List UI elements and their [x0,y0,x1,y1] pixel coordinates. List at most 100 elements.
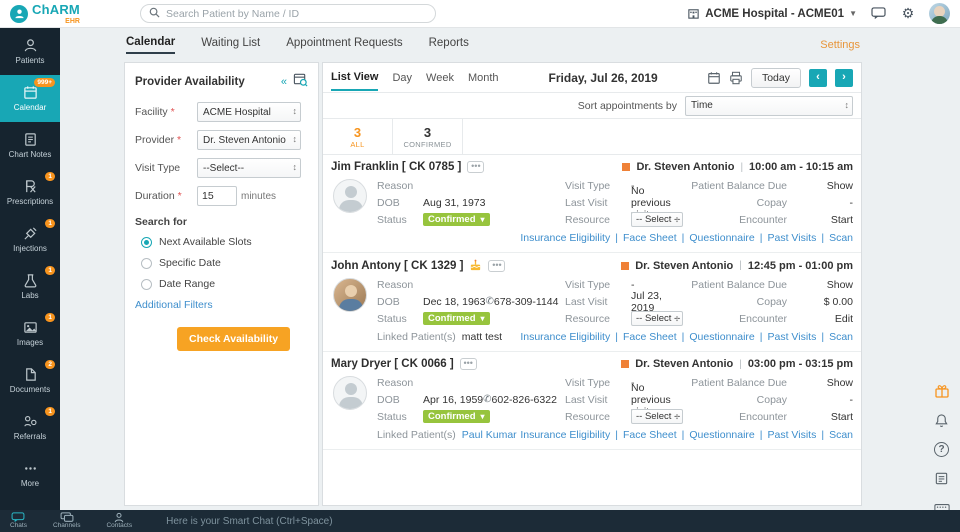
labs-icon [24,274,36,288]
search-input[interactable] [166,7,427,20]
search-icon [149,5,160,23]
last-visit-link[interactable]: Jul 23, 2019 [631,290,683,314]
appointment-provider: Dr. Steven Antonio [635,259,734,272]
sidebar-item-images[interactable]: Images 1 [0,310,60,357]
availability-search-icon[interactable] [293,72,308,92]
phone-value: 678-309-1144 [493,295,559,308]
sidebar-item-documents[interactable]: Documents 2 [0,357,60,404]
patient-avatar[interactable] [333,278,367,312]
sidebar-item-calendar[interactable]: Calendar 999+ [0,75,60,122]
patient-avatar[interactable] [333,376,367,410]
patient-name[interactable]: Jim Franklin [ CK 0785 ] [331,161,461,173]
resource-select[interactable]: -- Select -- [631,409,684,424]
appointment-time: 03:00 pm - 03:15 pm [747,358,853,370]
balance-show-link[interactable]: Show [795,276,853,293]
encounter-action-link[interactable]: Edit [795,310,853,327]
prev-day-button[interactable]: ‹ [809,68,827,87]
sidebar-item-patients[interactable]: Patients [0,28,60,75]
collapse-panel-icon[interactable]: « [281,76,287,88]
linked-patient-link[interactable]: Paul Kumar [462,429,517,441]
comment-icon[interactable]: ••• [467,161,485,173]
balance-show-link[interactable]: Show [795,177,853,194]
print-icon[interactable] [729,71,743,85]
card-action-links: Insurance Eligibility Face Sheet Questio… [520,232,853,244]
patient-avatar[interactable] [333,179,367,213]
comment-icon[interactable]: ••• [459,358,477,370]
feedback-form-icon[interactable] [933,470,950,487]
user-avatar[interactable] [929,3,950,24]
view-tab-week[interactable]: Week [426,66,454,90]
status-badge[interactable]: Confirmed [423,312,490,325]
app-logo[interactable]: ChARM EHR [10,2,114,25]
sidebar-item-referrals[interactable]: Referrals 1 [0,404,60,451]
facility-select[interactable]: ACME Hospital [197,102,301,122]
sidebar-item-prescriptions[interactable]: Prescriptions 1 [0,169,60,216]
calendar-icon [23,86,37,99]
past-visits-link[interactable]: Past Visits [755,429,817,441]
tab-reports[interactable]: Reports [429,37,469,53]
patient-search[interactable] [140,4,436,23]
next-day-button[interactable]: › [835,68,853,87]
comment-icon[interactable]: ••• [488,259,506,272]
status-badge[interactable]: Confirmed [423,410,490,423]
sidebar-item-injections[interactable]: Injections 1 [0,216,60,263]
phone-value: 602-826-6322 [491,393,557,406]
tab-waiting-list[interactable]: Waiting List [201,37,260,53]
smart-chat-input[interactable]: Here is your Smart Chat (Ctrl+Space) [166,516,332,527]
past-visits-link[interactable]: Past Visits [755,232,817,244]
view-tab-month[interactable]: Month [468,66,499,90]
sort-select[interactable]: Time [685,95,853,116]
visit-type-select[interactable]: --Select-- [197,158,301,178]
radio-date-range[interactable]: Date Range [135,278,308,290]
charm-logo-icon [10,4,28,23]
counter-all[interactable]: 3 ALL [323,119,393,154]
past-visits-link[interactable]: Past Visits [755,331,817,343]
additional-filters-link[interactable]: Additional Filters [135,299,308,311]
questionnaire-link[interactable]: Questionnaire [677,429,754,441]
resource-select[interactable]: -- Select -- [631,212,684,227]
view-tab-list[interactable]: List View [331,65,379,91]
patient-name[interactable]: Mary Dryer [ CK 0066 ] [331,358,454,370]
encounter-action-link[interactable]: Start [795,211,853,228]
questionnaire-link[interactable]: Questionnaire [677,331,754,343]
insurance-eligibility-link[interactable]: Insurance Eligibility [520,429,610,441]
chats-button[interactable]: Chats [10,512,27,530]
encounter-action-link[interactable]: Start [795,408,853,425]
contacts-button[interactable]: Contacts [106,512,132,530]
provider-select[interactable]: Dr. Steven Antonio [197,130,301,150]
check-availability-button[interactable]: Check Availability [177,327,291,351]
insurance-eligibility-link[interactable]: Insurance Eligibility [520,331,610,343]
view-tab-day[interactable]: Day [392,66,412,90]
resource-select[interactable]: -- Select -- [631,311,684,326]
today-button[interactable]: Today [750,67,801,88]
date-picker-icon[interactable] [707,71,721,85]
gear-icon[interactable]: ⚙ [899,5,917,23]
scan-link[interactable]: Scan [816,429,853,441]
insurance-eligibility-link[interactable]: Insurance Eligibility [520,232,610,244]
face-sheet-link[interactable]: Face Sheet [610,429,677,441]
questionnaire-link[interactable]: Questionnaire [677,232,754,244]
duration-input[interactable] [197,186,237,206]
scan-link[interactable]: Scan [816,232,853,244]
messages-icon[interactable] [869,5,887,23]
radio-next-available-slots[interactable]: Next Available Slots [135,236,308,248]
status-badge[interactable]: Confirmed [423,213,490,226]
tab-calendar[interactable]: Calendar [126,36,176,54]
face-sheet-link[interactable]: Face Sheet [610,331,677,343]
channels-button[interactable]: Channels [53,512,80,530]
scan-link[interactable]: Scan [816,331,853,343]
help-icon[interactable]: ? [934,442,949,457]
sidebar-item-more[interactable]: More [0,451,60,498]
counter-confirmed[interactable]: 3 CONFIRMED [393,119,463,154]
sidebar-item-labs[interactable]: Labs 1 [0,263,60,310]
balance-show-link[interactable]: Show [795,374,853,391]
patient-name[interactable]: John Antony [ CK 1329 ] [331,260,463,272]
notifications-bell-icon[interactable] [933,412,950,429]
radio-specific-date[interactable]: Specific Date [135,257,308,269]
tab-appointment-requests[interactable]: Appointment Requests [286,37,402,53]
org-selector[interactable]: ACME Hospital - ACME01 ▼ [687,7,857,20]
settings-link[interactable]: Settings [820,39,860,51]
sidebar-item-chart-notes[interactable]: Chart Notes [0,122,60,169]
gift-icon[interactable] [933,382,950,399]
face-sheet-link[interactable]: Face Sheet [610,232,677,244]
